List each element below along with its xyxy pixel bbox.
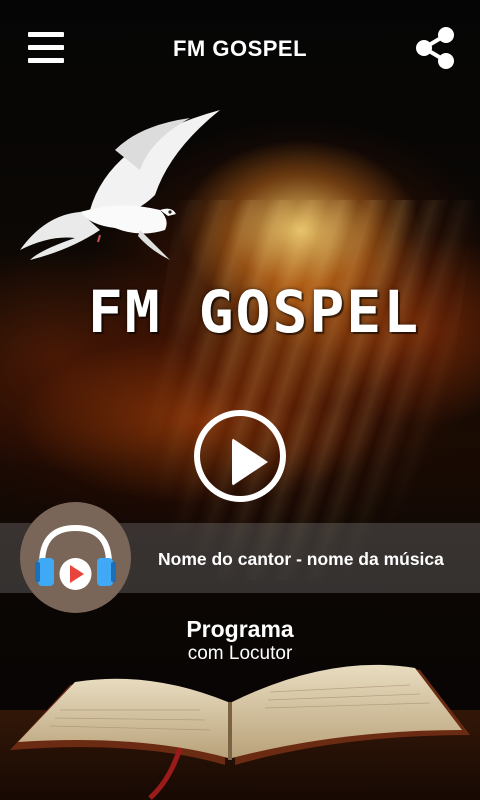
headphones-play-icon	[35, 524, 116, 590]
play-icon	[232, 438, 268, 486]
app-header: FM GOSPEL	[0, 0, 480, 100]
program-host: com Locutor	[187, 643, 293, 664]
now-playing-text: Nome do cantor - nome da música	[158, 549, 444, 569]
program-info: Programa com Locutor	[0, 615, 480, 665]
cover-art	[20, 502, 131, 613]
app-title: FM GOSPEL	[172, 36, 308, 61]
play-button[interactable]	[194, 410, 286, 502]
station-logo: FM GOSPEL	[20, 110, 460, 346]
logo-text: FM GOSPEL	[87, 278, 421, 346]
dove-image	[20, 110, 220, 260]
share-icon[interactable]	[414, 26, 456, 70]
program-name: Programa	[186, 616, 294, 642]
